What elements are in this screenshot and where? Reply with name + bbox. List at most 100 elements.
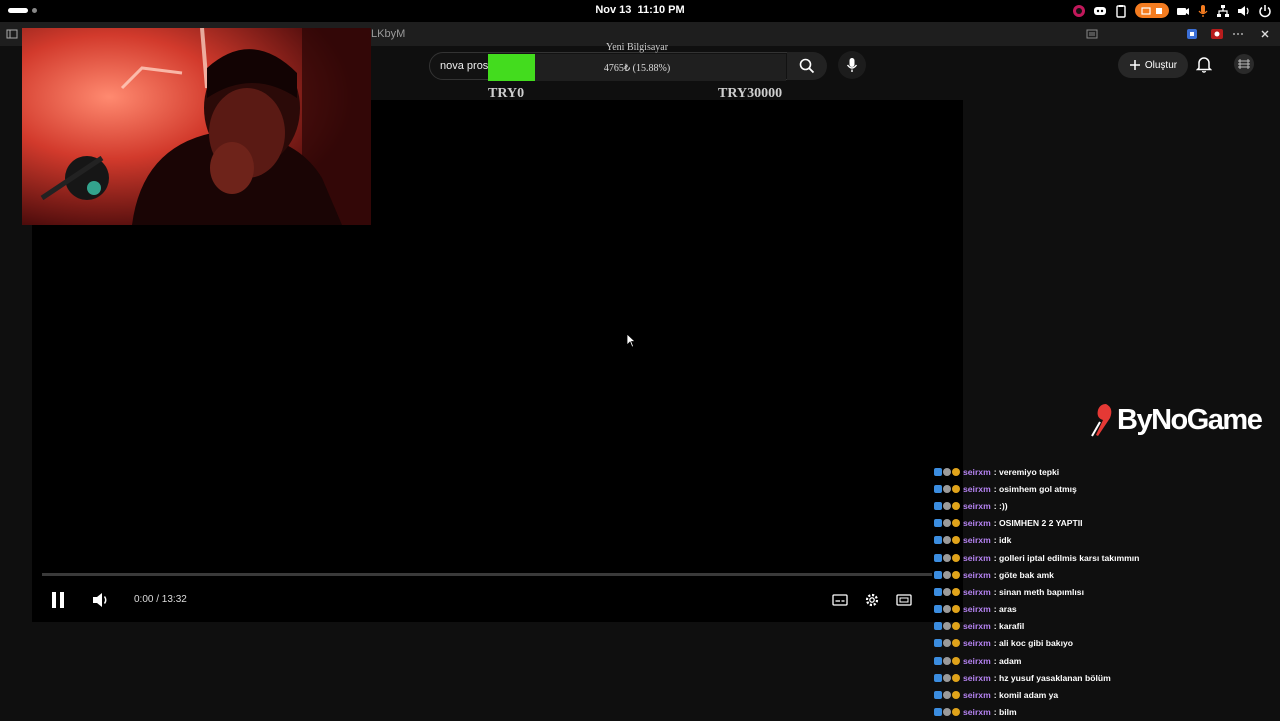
volume-tray-icon[interactable] xyxy=(1237,4,1251,18)
chat-text: : göte bak amk xyxy=(993,569,1054,580)
badge-icon xyxy=(934,553,942,562)
chat-message: seirxm: hz yusuf yasaklanan bölüm xyxy=(934,669,1280,686)
create-button[interactable]: Oluştur xyxy=(1118,52,1188,78)
pause-icon xyxy=(52,592,64,608)
settings-icon xyxy=(865,593,879,607)
chat-text: : karafil xyxy=(993,621,1025,632)
badge-icon xyxy=(934,570,942,579)
badge-icon xyxy=(952,605,960,614)
subtitles-button[interactable] xyxy=(832,586,848,614)
chat-username[interactable]: seirxm xyxy=(963,638,991,648)
chat-username[interactable]: seirxm xyxy=(963,604,991,614)
badge-icon xyxy=(952,639,960,648)
video-progress-bar[interactable] xyxy=(42,573,932,576)
network-icon[interactable] xyxy=(1216,4,1230,18)
badge-icon xyxy=(952,656,960,665)
badge-icon xyxy=(934,484,942,493)
badge-icon xyxy=(943,656,951,665)
chat-text: : :)) xyxy=(993,500,1008,511)
goal-title: Yeni Bilgisayar xyxy=(606,42,669,53)
chat-username[interactable]: seirxm xyxy=(963,690,991,700)
voice-search-button[interactable] xyxy=(838,51,866,79)
badge-icon xyxy=(943,467,951,476)
chat-badges xyxy=(934,691,960,700)
chat-message: seirxm: sinan meth bapımlısı xyxy=(934,583,1280,600)
theater-mode-button[interactable] xyxy=(896,586,912,614)
close-window-icon[interactable] xyxy=(1260,27,1270,45)
active-tab-title[interactable]: LKbyM xyxy=(371,28,405,40)
chat-message: seirxm: golleri iptal edilmis karsı takı… xyxy=(934,549,1280,566)
chat-message: seirxm: idk xyxy=(934,532,1280,549)
stop-icon xyxy=(1156,7,1162,14)
create-button-label: Oluştur xyxy=(1144,59,1178,71)
chat-badges xyxy=(934,570,960,579)
power-icon[interactable] xyxy=(1258,4,1272,18)
chat-message: seirxm: karafil xyxy=(934,618,1280,635)
clipboard-icon[interactable] xyxy=(1114,4,1128,18)
chat-message: seirxm: :)) xyxy=(934,497,1280,514)
badge-icon xyxy=(934,708,942,717)
obs-icon[interactable] xyxy=(1072,4,1086,18)
badge-icon xyxy=(934,656,942,665)
webcam-image xyxy=(22,28,371,225)
camera-icon[interactable] xyxy=(1176,4,1190,18)
goal-progress-label: 4765₺ (15.88%) xyxy=(603,63,671,74)
chat-username[interactable]: seirxm xyxy=(963,535,991,545)
badge-icon xyxy=(934,519,942,528)
chat-text: : golleri iptal edilmis karsı takımmın xyxy=(993,552,1140,563)
badge-icon xyxy=(952,708,960,717)
chat-text: : OSIMHEN 2 2 YAPTII xyxy=(993,518,1083,529)
badge-icon xyxy=(943,639,951,648)
chat-username[interactable]: seirxm xyxy=(963,518,991,528)
mute-button[interactable] xyxy=(92,586,110,614)
badge-icon xyxy=(934,622,942,631)
chat-username[interactable]: seirxm xyxy=(963,656,991,666)
chat-username[interactable]: seirxm xyxy=(963,501,991,511)
theater-mode-icon xyxy=(896,594,912,606)
chat-badges xyxy=(934,501,960,510)
system-top-bar: Nov 13 11:10 PM xyxy=(0,0,1280,22)
chat-username[interactable]: seirxm xyxy=(963,467,991,477)
cast-icon xyxy=(1141,6,1151,15)
screen-cast-indicator[interactable] xyxy=(1135,3,1169,18)
badge-icon xyxy=(934,536,942,545)
badge-icon xyxy=(934,605,942,614)
notifications-bell-icon[interactable] xyxy=(1195,56,1213,78)
chat-username[interactable]: seirxm xyxy=(963,621,991,631)
reader-mode-icon[interactable] xyxy=(1086,27,1098,45)
chat-badges xyxy=(934,553,960,562)
chat-username[interactable]: seirxm xyxy=(963,673,991,683)
extension-icon[interactable] xyxy=(1186,27,1198,45)
badge-icon xyxy=(952,484,960,493)
badge-icon xyxy=(934,639,942,648)
badge-icon xyxy=(943,536,951,545)
chat-username[interactable]: seirxm xyxy=(963,484,991,494)
plus-icon xyxy=(1129,60,1140,70)
chat-text: : ali koc gibi bakıyo xyxy=(993,638,1073,649)
more-options-icon[interactable] xyxy=(1232,27,1244,45)
clock-date: Nov 13 xyxy=(595,4,632,16)
account-avatar[interactable] xyxy=(1234,54,1254,74)
chat-message: seirxm: komil adam ya xyxy=(934,686,1280,703)
search-button[interactable] xyxy=(787,52,827,80)
sidebar-toggle-icon[interactable] xyxy=(6,27,18,45)
chat-username[interactable]: seirxm xyxy=(963,587,991,597)
record-extension-icon[interactable] xyxy=(1210,27,1224,45)
chat-username[interactable]: seirxm xyxy=(963,570,991,580)
badge-icon xyxy=(952,570,960,579)
microphone-icon[interactable] xyxy=(1197,4,1209,18)
chat-message: seirxm: bilm xyxy=(934,704,1280,721)
subtitles-icon xyxy=(832,594,848,606)
badge-icon xyxy=(943,570,951,579)
chat-message: seirxm: göte bak amk xyxy=(934,566,1280,583)
discord-icon[interactable] xyxy=(1093,4,1107,18)
pause-button[interactable] xyxy=(50,586,66,614)
chat-text: : idk xyxy=(993,535,1012,546)
settings-button[interactable] xyxy=(864,586,880,614)
chat-text: : osimhem gol atmış xyxy=(993,483,1077,494)
chat-username[interactable]: seirxm xyxy=(963,553,991,563)
chat-username[interactable]: seirxm xyxy=(963,707,991,717)
goal-max-label: TRY30000 xyxy=(718,86,783,101)
badge-icon xyxy=(934,501,942,510)
chat-badges xyxy=(934,536,960,545)
